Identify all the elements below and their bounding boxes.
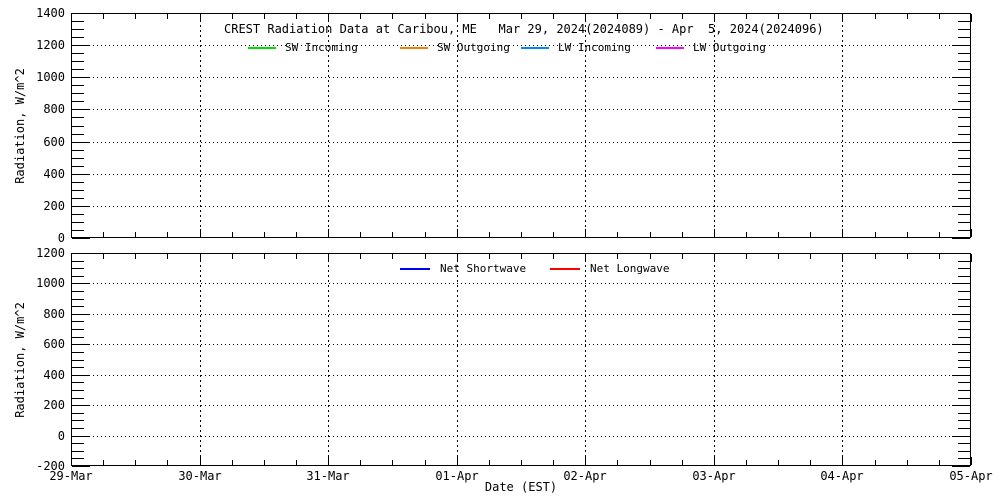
y-tick-label: 200	[0, 398, 65, 412]
x-tick-label: 29-Mar	[36, 469, 106, 483]
y-tick-label: 200	[0, 199, 65, 213]
legend-line	[248, 47, 276, 49]
x-axis-tick	[971, 229, 972, 237]
y-tick-label: 400	[0, 167, 65, 181]
y-tick-label: 0	[0, 429, 65, 443]
x-tick-label: 03-Apr	[679, 469, 749, 483]
y-axis-tick	[72, 238, 90, 239]
legend-line	[656, 47, 684, 49]
y-axis-tick	[952, 466, 970, 467]
legend-label: Net Shortwave	[440, 262, 526, 276]
y-tick-label: 800	[0, 102, 65, 116]
legend-line	[521, 47, 549, 49]
legend-line	[400, 268, 430, 270]
y-tick-label: 400	[0, 368, 65, 382]
y-tick-label: 1200	[0, 246, 65, 260]
legend-label: SW Outgoing	[437, 41, 510, 55]
radiation-chart: CREST Radiation Data at Caribou, ME Mar …	[0, 0, 1000, 500]
y-tick-label: 600	[0, 337, 65, 351]
x-tick-label: 02-Apr	[550, 469, 620, 483]
y-axis-tick	[72, 466, 90, 467]
legend-label: SW Incoming	[285, 41, 358, 55]
x-tick-label: 31-Mar	[293, 469, 363, 483]
legend-label: LW Incoming	[558, 41, 631, 55]
x-tick-label: 01-Apr	[422, 469, 492, 483]
y-tick-label: 600	[0, 135, 65, 149]
x-axis-tick	[971, 14, 972, 22]
legend-label: LW Outgoing	[693, 41, 766, 55]
x-axis-tick	[971, 457, 972, 465]
x-tick-label: 05-Apr	[936, 469, 1000, 483]
x-tick-label: 30-Mar	[165, 469, 235, 483]
legend-line	[400, 47, 428, 49]
legend-label: Net Longwave	[590, 262, 669, 276]
y-tick-label: 1000	[0, 276, 65, 290]
x-tick-label: 04-Apr	[807, 469, 877, 483]
y-tick-label: 1400	[0, 6, 65, 20]
bottom-plot-frame	[71, 253, 971, 466]
y-axis-tick	[952, 238, 970, 239]
legend-line	[550, 268, 580, 270]
y-tick-label: 1000	[0, 70, 65, 84]
y-tick-label: 1200	[0, 38, 65, 52]
y-tick-label: 800	[0, 307, 65, 321]
y-tick-label: 0	[0, 231, 65, 245]
x-axis-tick	[971, 254, 972, 262]
